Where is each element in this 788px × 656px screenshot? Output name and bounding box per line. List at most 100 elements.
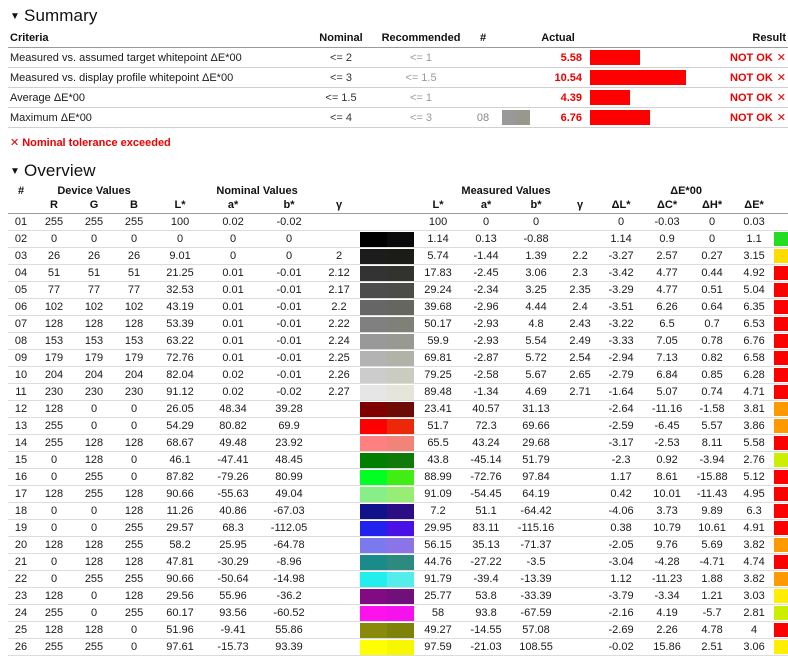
overview-device-g: 128: [74, 315, 114, 333]
overview-nominal-astar: 93.56: [206, 604, 261, 622]
overview-index: 13: [8, 417, 34, 435]
overview-nominal-bstar: 39.28: [260, 400, 319, 418]
overview-delta-estar: 5.12: [734, 468, 775, 486]
overview-delta-estar: 3.82: [734, 570, 775, 588]
overview-color-swatch: [360, 400, 415, 418]
overview-index: 20: [8, 536, 34, 554]
overview-color-swatch: [360, 434, 415, 452]
overview-measured-bstar: -115.16: [510, 519, 563, 537]
overview-measured-bstar: 5.54: [510, 332, 563, 350]
overview-nominal-bstar: -67.03: [260, 502, 319, 520]
overview-index: 06: [8, 298, 34, 316]
overview-nominal-gamma: [318, 570, 361, 588]
overview-delta-lstar: -2.3: [598, 451, 645, 469]
overview-delta-hstar: -11.43: [690, 485, 735, 503]
overview-nominal-lstar: 60.17: [154, 604, 207, 622]
cross-icon: ✕: [10, 137, 20, 149]
cross-icon: ✕: [776, 72, 786, 84]
overview-measured-lstar: 25.77: [414, 587, 463, 605]
overview-section-header[interactable]: ▼ Overview: [0, 149, 788, 185]
overview-nominal-bstar: 69.9: [260, 417, 319, 435]
collapse-triangle-icon[interactable]: ▼: [10, 166, 20, 177]
overview-device-b: 0: [114, 638, 155, 656]
overview-device-r: 128: [34, 485, 74, 503]
summary-bar: [590, 107, 694, 128]
overview-color-swatch: [360, 298, 415, 316]
overview-delta-lstar: -3.27: [598, 247, 645, 265]
cross-icon: ✕: [776, 92, 786, 104]
overview-device-r: 102: [34, 298, 74, 316]
overview-delta-lstar: -2.69: [598, 621, 645, 639]
overview-device-r: 179: [34, 349, 74, 367]
overview-index: 18: [8, 502, 34, 520]
overview-delta-cstar: 4.77: [644, 264, 691, 282]
overview-device-r: 0: [34, 468, 74, 486]
overview-delta-estar: 3.86: [734, 417, 775, 435]
legend-nominal-tolerance: ✕ Nominal tolerance exceeded: [0, 128, 788, 149]
overview-nominal-lstar: 72.76: [154, 349, 207, 367]
overview-device-g: 0: [74, 400, 114, 418]
overview-delta-hstar: 0.82: [690, 349, 735, 367]
overview-device-g: 0: [74, 502, 114, 520]
overview-measured-astar: -21.03: [462, 638, 511, 656]
group-measured-values: Measured Values: [461, 185, 551, 197]
overview-measured-astar: 83.11: [462, 519, 511, 537]
col-nominal-gamma: γ: [318, 199, 361, 214]
overview-measured-gamma: 2.3: [562, 264, 599, 282]
overview-table-wrap: # Device Values Nominal Values Measured …: [0, 185, 788, 656]
overview-measured-gamma: [562, 434, 599, 452]
overview-delta-hstar: -4.71: [690, 553, 735, 571]
overview-measured-bstar: 3.25: [510, 281, 563, 299]
table-row: 06 102 102 102 43.19 0.01 -0.01 2.2 39.68 -2.96 4.…: [8, 298, 788, 316]
overview-measured-lstar: 43.8: [414, 451, 463, 469]
overview-index: 11: [8, 383, 34, 401]
overview-delta-cstar: 2.57: [644, 247, 691, 265]
summary-title: Summary: [24, 6, 98, 25]
overview-delta-hstar: 8.11: [690, 434, 735, 452]
overview-device-b: 230: [114, 383, 155, 401]
overview-nominal-bstar: -0.02: [260, 213, 319, 231]
overview-measured-astar: -1.34: [462, 383, 511, 401]
table-row: 22 0 255 255 90.66 -50.64 -14.98 91.79 -39.4 -13.…: [8, 570, 788, 588]
overview-measured-gamma: [562, 417, 599, 435]
overview-measured-gamma: 2.49: [562, 332, 599, 350]
col-r: R: [34, 199, 74, 214]
overview-nominal-gamma: [318, 553, 361, 571]
summary-section-header[interactable]: ▼ Summary: [0, 0, 788, 30]
overview-color-swatch: [360, 553, 415, 571]
overview-measured-astar: -72.76: [462, 468, 511, 486]
overview-delta-e-bar: [774, 383, 788, 401]
overview-nominal-lstar: 26.05: [154, 400, 207, 418]
overview-device-r: 0: [34, 519, 74, 537]
overview-delta-e-bar: [774, 349, 788, 367]
overview-device-b: 128: [114, 502, 155, 520]
overview-device-r: 255: [34, 638, 74, 656]
overview-index: 12: [8, 400, 34, 418]
overview-index: 10: [8, 366, 34, 384]
overview-nominal-bstar: 0: [260, 247, 319, 265]
overview-column-header-row: R G B L* a* b* γ L* a* b* γ ΔL* ΔC* ΔH* …: [8, 199, 788, 214]
overview-index: 01: [8, 213, 34, 231]
summary-col-result: Result: [694, 30, 788, 48]
overview-device-b: 0: [114, 400, 155, 418]
overview-device-g: 255: [74, 638, 114, 656]
overview-delta-e-bar: [774, 315, 788, 333]
overview-nominal-gamma: 2.22: [318, 315, 361, 333]
overview-color-swatch: [360, 315, 415, 333]
overview-index: 08: [8, 332, 34, 350]
overview-nominal-astar: 80.82: [206, 417, 261, 435]
table-row: 17 128 255 128 90.66 -55.63 49.04 91.09 -54.45 64…: [8, 485, 788, 503]
overview-nominal-astar: 48.34: [206, 400, 261, 418]
overview-measured-astar: -2.96: [462, 298, 511, 316]
overview-delta-hstar: -5.7: [690, 604, 735, 622]
overview-delta-e-bar: [774, 281, 788, 299]
overview-measured-gamma: [562, 587, 599, 605]
overview-measured-gamma: 2.2: [562, 247, 599, 265]
overview-measured-gamma: 2.35: [562, 281, 599, 299]
overview-delta-hstar: 0.64: [690, 298, 735, 316]
overview-measured-bstar: 4.8: [510, 315, 563, 333]
collapse-triangle-icon[interactable]: ▼: [10, 11, 20, 22]
overview-delta-estar: 2.76: [734, 451, 775, 469]
overview-delta-cstar: 2.26: [644, 621, 691, 639]
col-delta-estar: ΔE*: [734, 199, 775, 214]
